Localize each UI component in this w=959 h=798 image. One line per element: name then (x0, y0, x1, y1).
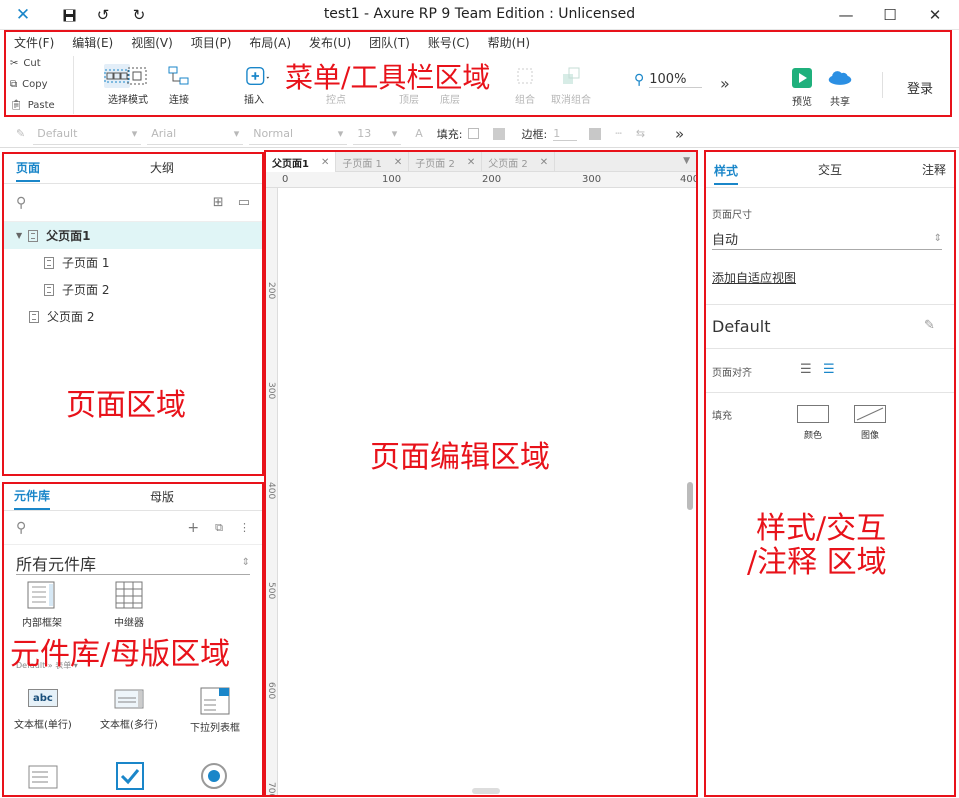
border-color-swatch[interactable] (589, 127, 602, 140)
annotation-pages-label: 页面区域 (66, 388, 186, 423)
arrow-style-icon[interactable]: ⇆ (636, 127, 645, 140)
annotation-pages-box (2, 152, 264, 476)
line-style-icon[interactable]: ┄ (615, 127, 622, 140)
fill-label: 填充: (436, 127, 463, 141)
window-title: test1 - Axure RP 9 Team Edition : Unlice… (323, 6, 636, 22)
text-color-icon[interactable]: A (415, 127, 423, 140)
annotation-toolbar-label: 菜单/工具栏区域 (285, 61, 491, 94)
annotation-inspector-box (704, 150, 956, 797)
border-width-input[interactable]: 1 (553, 127, 578, 141)
border-label: 边框: (521, 127, 548, 141)
chevron-down-icon: ▾ (337, 126, 344, 140)
title-bar: ✕ ↺ ↻ test1 - Axure RP 9 Team Edition : … (0, 0, 959, 30)
size-dropdown[interactable]: 13 ▾ (353, 123, 402, 145)
format-more-button[interactable]: » (675, 125, 684, 143)
shadow-icon[interactable] (493, 127, 506, 140)
style-dropdown[interactable]: Default ▾ (33, 123, 142, 145)
font-dropdown[interactable]: Arial ▾ (147, 123, 244, 145)
chevron-down-icon: ▾ (391, 126, 398, 140)
annotation-inspector-label-2: /注释 区域 (747, 545, 887, 580)
format-bar: ✎ Default ▾ Arial ▾ Normal ▾ 13 ▾ A 填充: 边框: … (0, 120, 959, 148)
annotation-library-label: 元件库/母版区域 (10, 637, 231, 672)
minimize-button[interactable]: — (831, 4, 861, 26)
close-button[interactable]: ✕ (920, 4, 950, 26)
maximize-button[interactable]: ☐ (875, 4, 905, 26)
edit-style-icon: ✎ (16, 127, 26, 140)
annotation-editor-label: 页面编辑区域 (370, 440, 550, 475)
chevron-down-icon: ▾ (131, 126, 138, 140)
chevron-down-icon: ▾ (233, 126, 240, 140)
weight-dropdown[interactable]: Normal ▾ (249, 123, 348, 145)
fill-color-swatch[interactable] (468, 128, 480, 139)
